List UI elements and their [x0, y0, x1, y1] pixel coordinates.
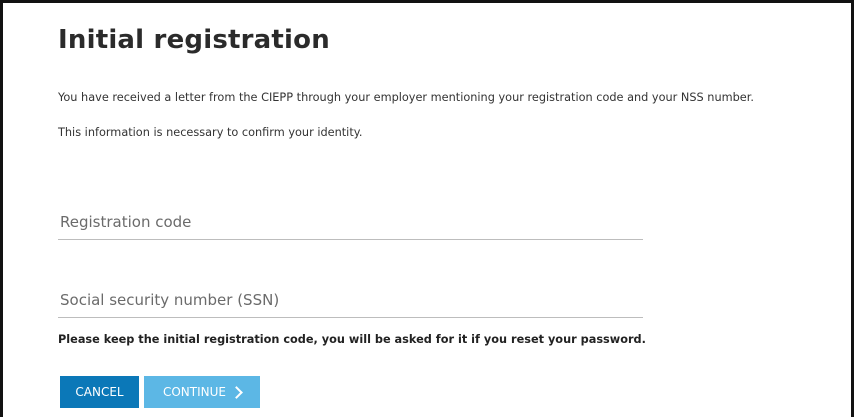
registration-panel: Initial registration You have received a…	[0, 0, 854, 417]
page-title: Initial registration	[58, 25, 330, 55]
chevron-right-icon	[230, 386, 243, 399]
registration-code-input[interactable]	[60, 209, 640, 235]
identity-note: This information is necessary to confirm…	[58, 126, 363, 139]
continue-button-label: CONTINUE	[162, 385, 226, 399]
registration-code-field	[58, 205, 643, 240]
intro-text: You have received a letter from the CIEP…	[58, 91, 754, 104]
ssn-input[interactable]	[60, 287, 640, 313]
cancel-button-label: CANCEL	[75, 385, 124, 399]
cancel-button[interactable]: CANCEL	[60, 376, 139, 408]
ssn-field	[58, 283, 643, 318]
reminder-text: Please keep the initial registration cod…	[58, 333, 646, 346]
continue-button[interactable]: CONTINUE	[144, 376, 260, 408]
